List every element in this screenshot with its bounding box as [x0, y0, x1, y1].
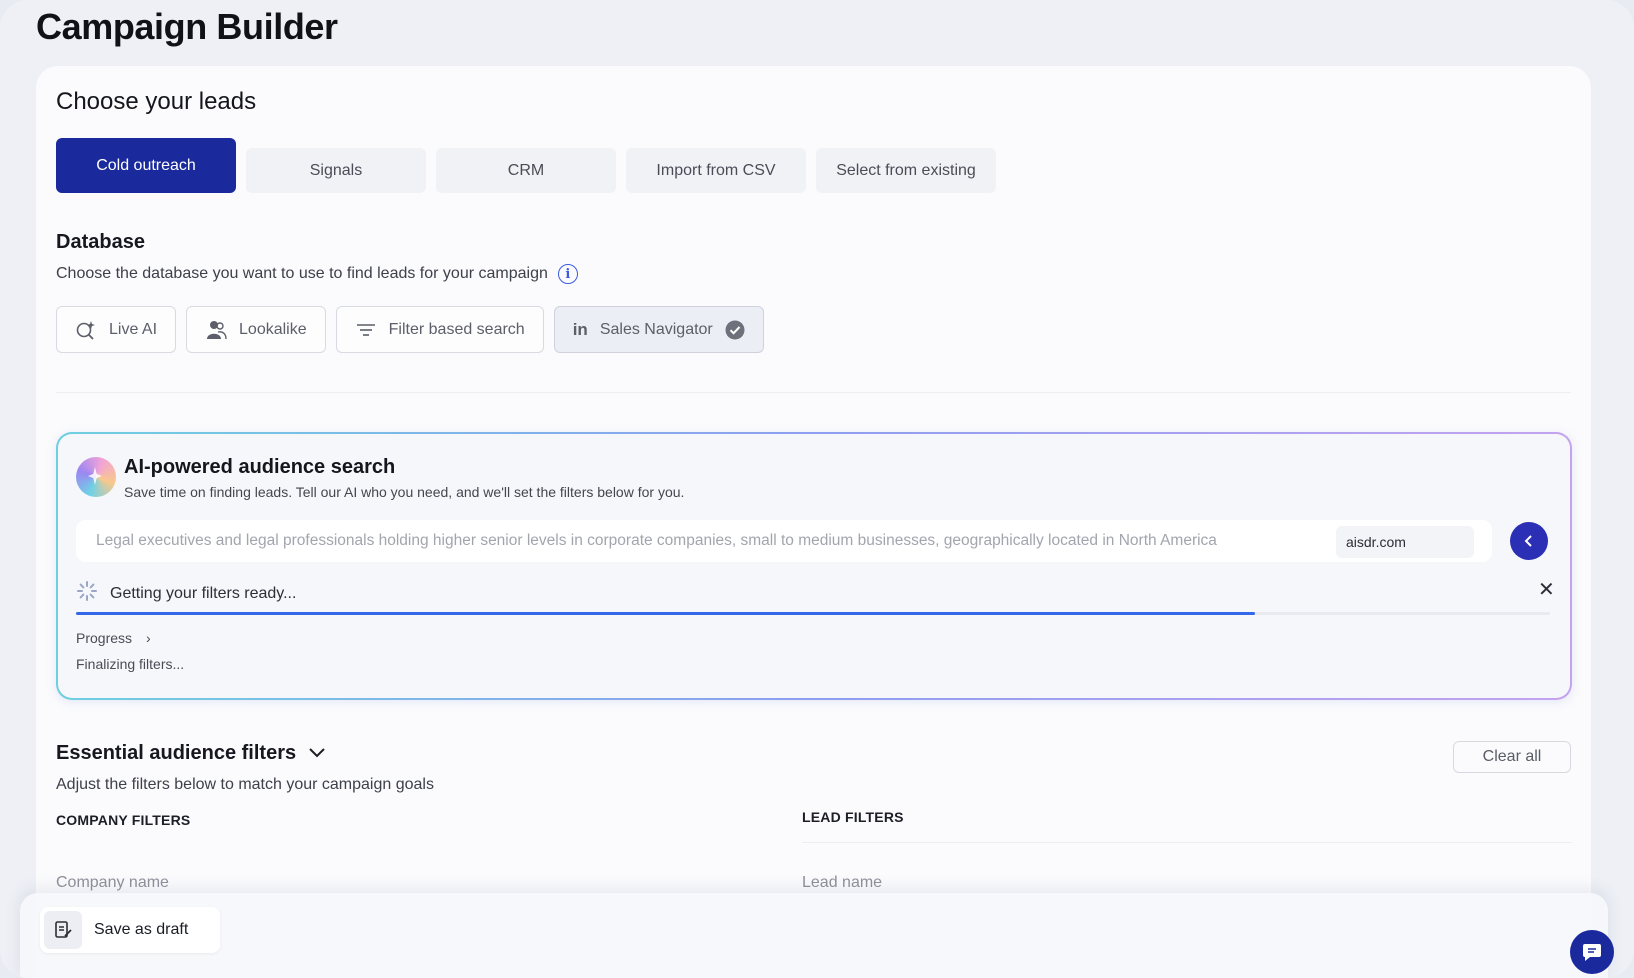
db-option-filter-search[interactable]: Filter based search: [335, 306, 544, 353]
spinner-icon: [76, 580, 98, 607]
loading-status-row: Getting your filters ready...: [76, 580, 296, 607]
database-options: Live AI Lookalike Filter based search in…: [56, 306, 764, 353]
essential-filters-title: Essential audience filters: [56, 742, 297, 764]
filter-icon: [355, 319, 377, 341]
db-option-label: Filter based search: [388, 320, 525, 338]
ai-sparkle-logo-icon: [76, 457, 116, 497]
database-description-row: Choose the database you want to use to f…: [56, 264, 578, 284]
company-filters-heading: COMPANY FILTERS: [56, 812, 191, 828]
check-circle-icon: [725, 320, 745, 340]
progress-toggle[interactable]: Progress ›: [76, 630, 151, 646]
linkedin-icon: in: [572, 319, 588, 339]
chat-icon: [1583, 944, 1601, 961]
tab-select-existing[interactable]: Select from existing: [816, 148, 996, 193]
app-frame: Campaign Builder Choose your leads Cold …: [0, 0, 1634, 978]
section-divider: [56, 392, 1571, 393]
essential-filters-toggle[interactable]: Essential audience filters: [56, 742, 326, 765]
lead-name-label: Lead name: [802, 874, 883, 891]
leads-section-title: Choose your leads: [56, 88, 257, 115]
ai-audience-search-panel: AI-powered audience search Save time on …: [56, 432, 1572, 700]
db-option-label: Live AI: [109, 320, 158, 338]
page-title: Campaign Builder: [36, 6, 338, 47]
essential-filters-subtitle: Adjust the filters below to match your c…: [56, 776, 434, 793]
db-option-label: Sales Navigator: [599, 320, 713, 338]
chevron-right-icon: ›: [146, 630, 151, 646]
ai-search-title: AI-powered audience search: [124, 456, 396, 478]
campaign-card: Choose your leads Cold outreach Signals …: [36, 66, 1591, 978]
send-arrow-icon: [1524, 535, 1532, 547]
progress-label: Progress: [76, 630, 133, 646]
clear-all-button[interactable]: Clear all: [1453, 741, 1571, 773]
bottom-action-bar: Save as draft: [20, 893, 1608, 978]
tab-crm[interactable]: CRM: [436, 148, 616, 193]
draft-document-icon: [44, 911, 82, 949]
domain-select[interactable]: aisdr.com: [1336, 526, 1474, 558]
loading-status-text: Getting your filters ready...: [110, 584, 297, 602]
close-icon[interactable]: ✕: [1538, 580, 1555, 600]
database-description: Choose the database you want to use to f…: [56, 265, 548, 282]
save-draft-button[interactable]: Save as draft: [40, 907, 220, 953]
ai-search-input[interactable]: Legal executives and legal professionals…: [76, 520, 1492, 562]
lead-filters-heading: LEAD FILTERS: [802, 809, 904, 825]
db-option-label: Lookalike: [239, 320, 307, 338]
info-icon[interactable]: i: [557, 264, 578, 284]
db-option-lookalike[interactable]: Lookalike: [186, 306, 326, 353]
lead-source-tabs: Cold outreach Signals CRM Import from CS…: [56, 138, 996, 193]
db-option-sales-navigator[interactable]: in Sales Navigator: [553, 306, 764, 353]
sparkle-search-icon: [75, 319, 97, 341]
tab-signals[interactable]: Signals: [246, 148, 426, 193]
lead-filters-divider: [802, 842, 1572, 843]
tab-cold-outreach[interactable]: Cold outreach: [56, 138, 236, 193]
progress-bar-fill: [76, 612, 1256, 615]
db-option-live-ai[interactable]: Live AI: [56, 306, 177, 353]
company-name-label: Company name: [56, 874, 169, 891]
ai-search-subtitle: Save time on finding leads. Tell our AI …: [124, 484, 685, 500]
progress-step-text: Finalizing filters...: [76, 656, 185, 672]
send-button[interactable]: [1510, 522, 1548, 560]
progress-bar: [76, 612, 1550, 615]
tab-import-csv[interactable]: Import from CSV: [626, 148, 806, 193]
save-draft-label: Save as draft: [94, 921, 189, 938]
chevron-down-icon: [308, 742, 326, 765]
chat-support-button[interactable]: [1570, 930, 1614, 974]
people-icon: [205, 319, 227, 341]
database-title: Database: [56, 231, 145, 253]
